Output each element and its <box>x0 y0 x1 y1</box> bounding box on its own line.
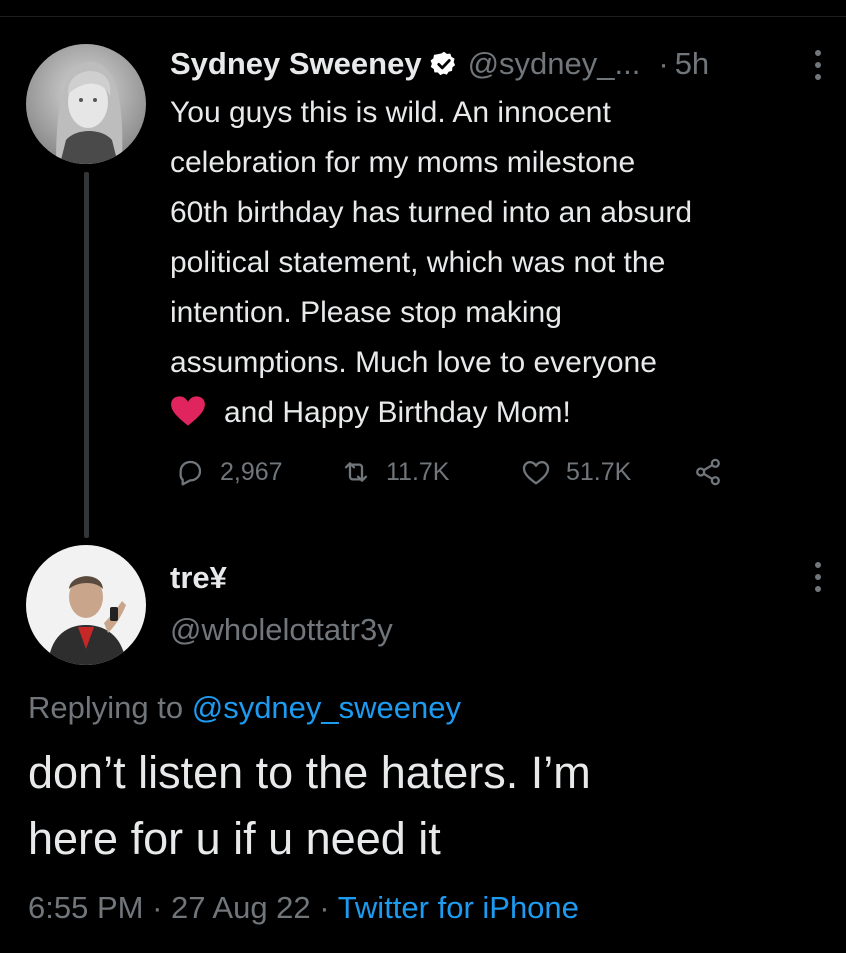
retweet-icon <box>344 462 368 482</box>
reply-author-handle[interactable]: @wholelottatr3y <box>170 612 393 648</box>
red-heart-icon <box>171 396 205 426</box>
tweet-header: Sydney Sweeney @sydney_... · 5h <box>170 44 840 84</box>
tweet-text-line: intention. Please stop making <box>170 296 562 329</box>
tweet-text-line: and Happy Birthday Mom! <box>224 396 571 429</box>
tweet-text-line: 60th birthday has turned into an absurd <box>170 196 693 229</box>
avatar-sydney[interactable] <box>26 44 146 164</box>
tweet-date[interactable]: 27 Aug 22 <box>171 890 311 925</box>
like-button[interactable]: 51.7K <box>520 456 692 488</box>
reply-text-line: don’t listen to the haters. I’m <box>28 747 591 798</box>
share-button[interactable] <box>692 456 724 488</box>
tweet-text-line: celebration for my moms milestone <box>170 146 636 179</box>
tweet-time[interactable]: 5h <box>675 46 709 82</box>
divider <box>0 16 846 17</box>
share-icon <box>696 458 720 486</box>
reply-count: 2,967 <box>220 457 283 486</box>
tweet-text-line: You guys this is wild. An innocent <box>170 96 611 129</box>
more-options-icon[interactable] <box>814 50 822 80</box>
tweet-actions: 2,967 11.7K 51.7K <box>174 452 724 492</box>
separator: · <box>319 890 330 925</box>
avatar-tre[interactable] <box>26 545 146 665</box>
tweet-thread: Sydney Sweeney @sydney_... · 5h You guys… <box>0 0 846 953</box>
replying-prefix: Replying to <box>28 690 184 725</box>
tweet-text-line: political statement, which was not the <box>170 246 666 279</box>
thread-connector <box>84 172 89 538</box>
separator: · <box>658 46 669 81</box>
retweet-count: 11.7K <box>386 457 450 486</box>
reply-author-name[interactable]: tre¥ <box>170 560 227 596</box>
retweet-button[interactable]: 11.7K <box>340 456 520 488</box>
author-name[interactable]: Sydney Sweeney <box>170 46 422 82</box>
separator: · <box>152 890 163 925</box>
tweet-text: You guys this is wild. An innocent celeb… <box>170 88 842 438</box>
tweet-metadata: 6:55 PM · 27 Aug 22 · Twitter for iPhone <box>28 890 579 926</box>
reply-text-line: here for u if u need it <box>28 813 441 864</box>
reply-text: don’t listen to the haters. I’m here for… <box>28 740 828 872</box>
tweet-text-line: assumptions. Much love to everyone <box>170 346 657 379</box>
tweet-time[interactable]: 6:55 PM <box>28 890 143 925</box>
verified-badge-icon <box>430 51 455 76</box>
reply-button[interactable]: 2,967 <box>174 456 340 488</box>
more-options-icon[interactable] <box>814 562 822 592</box>
tweet-source-link[interactable]: Twitter for iPhone <box>338 890 579 925</box>
reply-icon <box>179 460 202 486</box>
heart-icon <box>522 461 550 485</box>
tweet-text-line-with-emoji: and Happy Birthday Mom! <box>170 388 842 438</box>
replying-to: Replying to @sydney_sweeney <box>28 690 461 726</box>
author-handle[interactable]: @sydney_... <box>468 46 641 82</box>
like-count: 51.7K <box>566 457 632 486</box>
replying-handle-link[interactable]: @sydney_sweeney <box>192 690 461 725</box>
